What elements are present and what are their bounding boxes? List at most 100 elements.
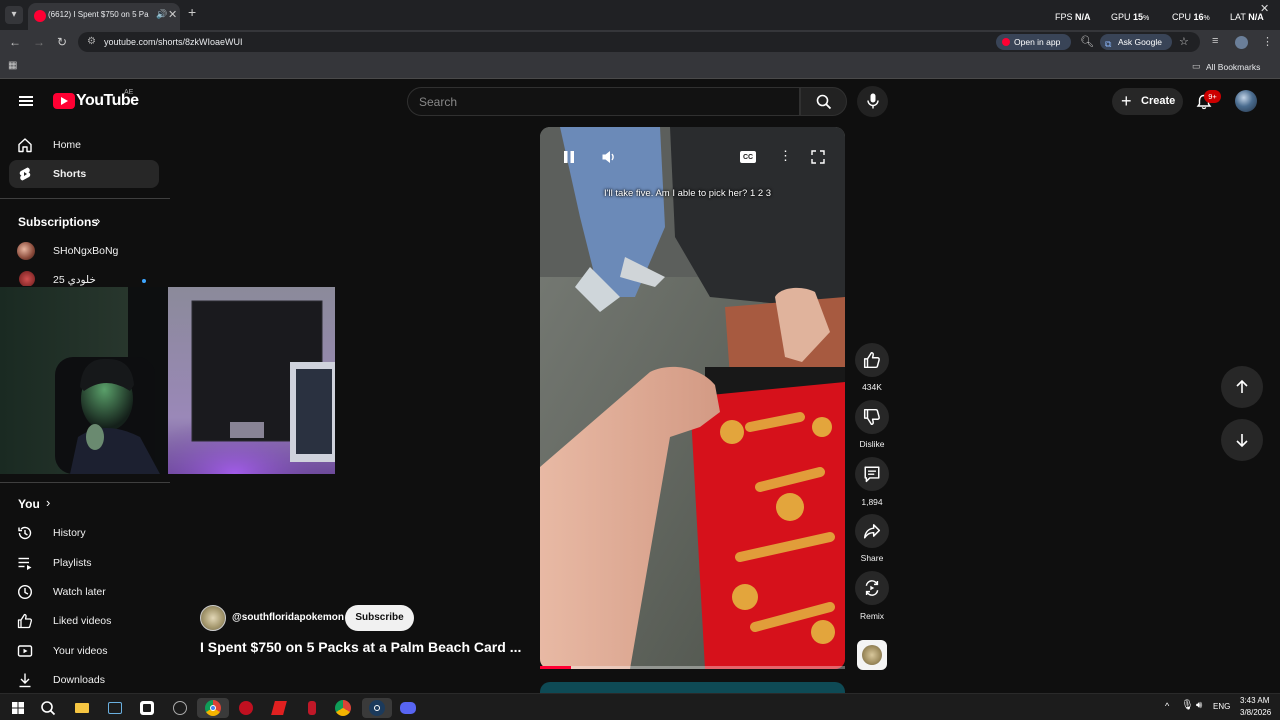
like-count: 434K	[862, 382, 882, 392]
fullscreen-icon[interactable]	[811, 150, 825, 164]
create-button[interactable]: + Create	[1112, 88, 1183, 115]
like-button[interactable]	[855, 343, 889, 377]
arrow-down-icon	[1236, 434, 1248, 448]
window-close-icon[interactable]: ✕	[1260, 2, 1269, 15]
chrome-taskbar-icon[interactable]	[333, 698, 353, 718]
discord-icon[interactable]	[398, 698, 418, 718]
video-frame	[540, 127, 845, 669]
sidebar-item-watch-later[interactable]: Watch later	[9, 578, 159, 606]
plus-icon: +	[1121, 91, 1132, 111]
remix-button[interactable]	[855, 571, 889, 605]
subscribe-button[interactable]: Subscribe	[345, 605, 414, 631]
sidebar-item-shorts[interactable]: Shorts	[9, 160, 159, 188]
tab-audio-icon[interactable]: 🔊	[156, 9, 167, 20]
zoom-icon[interactable]: 🔍︎	[1080, 35, 1094, 48]
sidebar-item-liked-videos[interactable]: Liked videos	[9, 607, 159, 635]
site-info-icon[interactable]: ⚙	[87, 36, 96, 47]
sidebar-divider	[0, 198, 170, 199]
volume-icon[interactable]	[601, 149, 617, 165]
shorts-video-player[interactable]	[540, 127, 845, 669]
new-content-dot	[142, 279, 146, 283]
cpu-readout: CPU 16%	[1172, 12, 1210, 22]
tab-search-button[interactable]: ▾	[5, 6, 23, 24]
search-button[interactable]	[800, 87, 847, 116]
comment-icon	[864, 466, 880, 483]
video-progress-bar[interactable]	[540, 666, 845, 669]
steam-icon[interactable]	[362, 698, 392, 718]
sidebar-item-downloads[interactable]: Downloads	[9, 666, 159, 694]
all-bookmarks-link[interactable]: All Bookmarks	[1206, 62, 1260, 72]
taskbar-search-icon[interactable]	[38, 698, 58, 718]
share-button[interactable]	[855, 514, 889, 548]
reading-list-icon[interactable]: ≡	[1212, 35, 1218, 47]
app-icon[interactable]	[236, 698, 256, 718]
open-in-app-button[interactable]: Open in app	[996, 34, 1071, 50]
sidebar-item-label: Watch later	[53, 586, 106, 598]
account-avatar[interactable]	[1235, 90, 1257, 112]
app-icon[interactable]	[302, 698, 322, 718]
you-heading: You	[18, 497, 40, 511]
bookmarks-bar: ▦ ▭ All Bookmarks	[0, 54, 1280, 79]
channel-name[interactable]: @southfloridapokemon	[232, 612, 344, 623]
sidebar-item-subscription[interactable]: خلودي 25	[9, 266, 159, 286]
sidebar-item-label: Playlists	[53, 557, 92, 569]
tab-close-icon[interactable]: ✕	[168, 8, 177, 21]
pause-icon[interactable]	[563, 150, 575, 164]
share-label: Share	[860, 553, 884, 563]
chrome-taskbar-icon[interactable]	[197, 698, 229, 718]
clock-date[interactable]: 3/8/2026	[1240, 708, 1271, 717]
remix-icon	[865, 580, 879, 596]
search-input[interactable]	[419, 94, 789, 110]
new-tab-button[interactable]: +	[188, 4, 196, 20]
subscriptions-heading-link[interactable]: Subscriptions ›	[18, 213, 118, 232]
microphone-icon	[867, 93, 879, 109]
dislike-button[interactable]	[855, 400, 889, 434]
forward-icon[interactable]: →	[33, 35, 45, 49]
next-short-preview[interactable]	[540, 682, 845, 693]
you-heading-link[interactable]: You ›	[18, 495, 78, 514]
history-icon	[18, 526, 32, 540]
thumbs-down-icon	[863, 408, 880, 426]
chevron-right-icon: ›	[96, 213, 101, 228]
channel-avatar[interactable]	[200, 605, 226, 631]
apps-grid-icon[interactable]: ▦	[8, 60, 17, 71]
voice-search-button[interactable]	[857, 86, 888, 117]
file-explorer-icon[interactable]	[72, 698, 92, 718]
input-language[interactable]: ENG	[1213, 702, 1230, 711]
speaker-tray-icon[interactable]: 🔊︎	[1196, 700, 1202, 711]
short-title[interactable]: I Spent $750 on 5 Packs at a Palm Beach …	[200, 639, 530, 655]
sidebar-item-history[interactable]: History	[9, 519, 159, 547]
chrome-menu-icon[interactable]: ⋮	[1262, 35, 1273, 48]
comments-button[interactable]	[855, 457, 889, 491]
next-short-button[interactable]	[1221, 419, 1263, 461]
clock-time[interactable]: 3:43 AM	[1240, 696, 1269, 705]
bookmark-star-icon[interactable]: ☆	[1179, 35, 1189, 48]
sidebar-item-home[interactable]: Home	[9, 131, 159, 159]
more-options-icon[interactable]: ⋮	[779, 148, 792, 164]
sidebar-item-your-videos[interactable]: Your videos	[9, 637, 159, 665]
sidebar-item-playlists[interactable]: Playlists	[9, 549, 159, 577]
app-icon[interactable]	[269, 698, 289, 718]
app-icon[interactable]	[105, 698, 125, 718]
youtube-favicon-icon	[34, 10, 46, 22]
ask-google-button[interactable]: ⧉ Ask Google	[1100, 34, 1172, 50]
captions-button[interactable]: CC	[740, 151, 756, 163]
sidebar-item-label: Shorts	[53, 168, 87, 180]
profile-avatar-icon[interactable]	[1235, 36, 1248, 49]
tray-overflow-icon[interactable]: ^	[1165, 701, 1169, 711]
windows-taskbar: ^ 🎙︎ 🔊︎ ENG 3:43 AM 3/8/2026	[0, 693, 1280, 720]
youtube-logo-icon[interactable]	[53, 93, 75, 109]
back-icon[interactable]: ←	[9, 35, 21, 49]
webcam-overlay	[0, 287, 335, 474]
app-icon[interactable]	[170, 698, 190, 718]
reload-icon[interactable]: ↻	[57, 35, 67, 49]
previous-short-button[interactable]	[1221, 366, 1263, 408]
microphone-tray-icon[interactable]: 🎙︎	[1181, 700, 1194, 711]
video-progress-fill	[540, 666, 571, 669]
sound-thumbnail[interactable]	[857, 640, 887, 670]
browser-tab-active[interactable]: (6612) I Spent $750 on 5 Pa 🔊 ✕	[28, 3, 180, 30]
app-icon[interactable]	[137, 698, 157, 718]
windows-start-icon[interactable]	[8, 698, 28, 718]
sidebar-item-subscription[interactable]: SHoNgxBoNg	[9, 237, 159, 265]
guide-menu-icon[interactable]	[19, 96, 33, 106]
